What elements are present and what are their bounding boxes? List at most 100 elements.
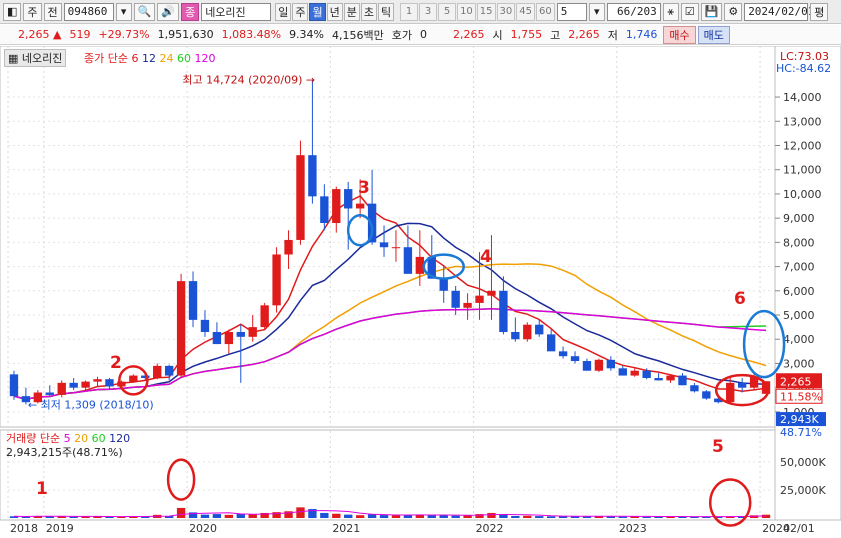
- volume-bar: [367, 514, 377, 518]
- candle-body: [308, 155, 317, 197]
- minute-tab-45[interactable]: 45: [516, 2, 535, 21]
- amount-value: 4,156백만: [332, 28, 384, 42]
- annotation-number-4: 4: [480, 247, 492, 267]
- ask-price: 2,265: [453, 28, 485, 41]
- sell-button[interactable]: 매도: [697, 25, 730, 44]
- stock-code-input[interactable]: 094860: [63, 2, 114, 21]
- candle-body: [188, 281, 198, 320]
- candle-body: [666, 375, 675, 381]
- price-tick-label: 8,000: [783, 236, 815, 249]
- minute-tab-30[interactable]: 30: [496, 2, 516, 21]
- period-tab-3[interactable]: 년: [326, 2, 343, 21]
- save-icon[interactable]: 💾: [700, 2, 723, 21]
- candle-body: [272, 254, 281, 306]
- market-select[interactable]: 전: [43, 2, 62, 21]
- minute-tab-60[interactable]: 60: [536, 2, 555, 21]
- price-tick-label: 9,000: [783, 212, 815, 225]
- volume-bar: [344, 514, 353, 518]
- candle-body: [463, 302, 472, 308]
- candle-body: [129, 375, 138, 382]
- volume-bar: [546, 516, 556, 518]
- candle-body: [391, 247, 401, 249]
- period-tab-2[interactable]: 월: [309, 2, 326, 21]
- price-legend: 종가 단순 6 12 24 60 120: [84, 50, 215, 66]
- hc-label: HC:-84.62: [776, 62, 831, 75]
- ma-legend-120: 120: [190, 52, 216, 65]
- stock-type-select[interactable]: 주: [23, 2, 42, 21]
- stock-name-field[interactable]: 네오리진: [201, 2, 272, 21]
- period-tab-4[interactable]: 분: [343, 2, 360, 21]
- minute-tab-15[interactable]: 15: [476, 2, 496, 21]
- candle-body: [690, 385, 699, 392]
- volume-bar: [427, 515, 436, 518]
- price-change: 519: [69, 28, 91, 41]
- volume-bar: [642, 516, 651, 518]
- volume-bar: [451, 515, 460, 518]
- candle-body: [355, 203, 365, 209]
- volume-bar: [224, 514, 234, 518]
- compare-icon[interactable]: ⚹: [662, 2, 679, 21]
- candle-body: [332, 189, 341, 223]
- period-tab-0[interactable]: 일: [275, 2, 292, 21]
- x-tick-label: 2022: [476, 522, 504, 535]
- volume-bar: [379, 515, 389, 518]
- minute-tab-1[interactable]: 1: [400, 2, 419, 21]
- minute-tab-10[interactable]: 10: [457, 2, 476, 21]
- chart-stock-tag: ▦ 네오리진: [4, 49, 67, 67]
- volume-bar: [558, 516, 568, 518]
- last-button[interactable]: 평: [810, 2, 829, 21]
- candle-body: [153, 365, 162, 378]
- page-count: 66/203: [606, 2, 661, 21]
- candle-body: [248, 327, 257, 337]
- x-tick-label: 02/01: [783, 522, 815, 535]
- candle-body: [212, 331, 222, 345]
- date-input[interactable]: 2024/02/01: [744, 2, 814, 21]
- hoga-value: 0: [420, 28, 427, 41]
- candle-body: [499, 290, 508, 332]
- candle-body: [69, 382, 78, 388]
- candle-body: [164, 365, 174, 376]
- stock-type-badge: 종: [181, 2, 200, 21]
- speaker-icon[interactable]: 🔊: [157, 2, 180, 21]
- volume-bar: [618, 516, 627, 518]
- candle-body: [678, 375, 687, 386]
- ma-legend-12: 12: [138, 52, 156, 65]
- volume-value: 1,951,630: [157, 28, 214, 41]
- candle-body: [284, 239, 293, 255]
- volume-ratio: 1,083.48%: [221, 28, 282, 41]
- period-tab-5[interactable]: 초: [360, 2, 377, 21]
- minute-tab-5[interactable]: 5: [438, 2, 457, 21]
- candle-body: [737, 382, 747, 388]
- low-value: 1,746: [625, 28, 658, 41]
- ma-legend-60: 60: [173, 52, 191, 65]
- minute-count-input[interactable]: 5: [556, 2, 587, 21]
- volume-bar: [320, 512, 329, 518]
- top-toolbar: ◧ 주 전 094860 ▾ 🔍 🔊 종 네오리진 일주월년분초틱 1 3 5 10 1…: [0, 0, 841, 24]
- checkbox-icon[interactable]: ☑: [680, 2, 699, 21]
- candle-body: [236, 331, 245, 337]
- hoga-label: 호가: [391, 28, 412, 42]
- price-tick-label: 10,000: [783, 188, 822, 201]
- settings-icon[interactable]: ⚙: [724, 2, 743, 21]
- count-dropdown-icon[interactable]: ▾: [588, 2, 605, 21]
- chart-svg[interactable]: 1,0002,0003,0004,0005,0006,0007,0008,000…: [0, 45, 841, 535]
- buy-button[interactable]: 매수: [663, 25, 696, 44]
- volume-bar: [176, 507, 186, 518]
- turnover-value: 9.34%: [289, 28, 325, 41]
- annotation-number-6: 6: [734, 289, 746, 309]
- layout-icon[interactable]: ◧: [3, 2, 22, 21]
- price-change-pct: +29.73%: [98, 28, 150, 41]
- candle-body: [93, 379, 102, 382]
- candle-body: [224, 331, 234, 345]
- period-tab-1[interactable]: 주: [292, 2, 309, 21]
- period-tab-6[interactable]: 틱: [377, 2, 395, 21]
- chart-area: 1,0002,0003,0004,0005,0006,0007,0008,000…: [0, 45, 841, 535]
- high-value: 2,265: [568, 28, 600, 41]
- code-dropdown-icon[interactable]: ▾: [115, 2, 132, 21]
- price-tick-label: 3,000: [783, 357, 815, 370]
- candle-body: [296, 155, 305, 240]
- minute-tab-3[interactable]: 3: [419, 2, 438, 21]
- price-legend-prefix: 종가 단순: [84, 52, 128, 65]
- annotation-number-1: 1: [36, 479, 48, 499]
- search-icon[interactable]: 🔍: [133, 2, 156, 21]
